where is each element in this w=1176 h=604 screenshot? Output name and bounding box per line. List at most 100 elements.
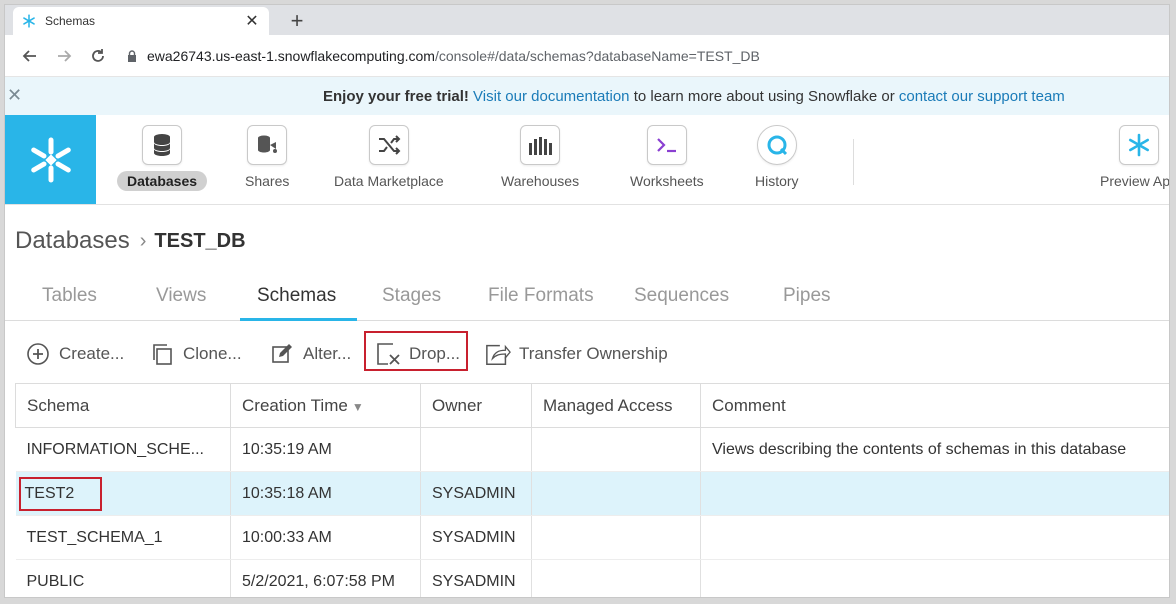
cell-schema: PUBLIC	[15, 559, 231, 597]
nav-databases[interactable]: Databases	[117, 125, 208, 191]
cell-managed-access	[531, 427, 701, 472]
cell-creation-time: 10:35:19 AM	[230, 427, 421, 472]
nav-history[interactable]: History	[745, 125, 809, 191]
col-header-comment[interactable]: Comment	[700, 383, 1169, 428]
address-bar: ewa26743.us-east-1.snowflakecomputing.co…	[5, 35, 1169, 77]
banner-close-icon[interactable]: ✕	[7, 85, 22, 106]
object-tabs: Tables Views Schemas Stages File Formats…	[5, 277, 1169, 321]
cell-comment	[700, 559, 1169, 597]
tab-close-icon[interactable]: ✕	[243, 11, 261, 31]
cell-owner: SYSADMIN	[420, 515, 532, 560]
plus-circle-icon	[25, 341, 51, 367]
nav-warehouses[interactable]: Warehouses	[491, 125, 589, 191]
tab-stages[interactable]: Stages	[382, 285, 441, 307]
nav-preview-app-label: Preview App	[1100, 173, 1170, 189]
tab-sequences[interactable]: Sequences	[634, 285, 729, 307]
col-header-schema[interactable]: Schema	[15, 383, 231, 428]
breadcrumb-current: TEST_DB	[154, 229, 246, 252]
banner-text: Enjoy your free trial! Visit our documen…	[323, 88, 1065, 105]
col-header-creation-time[interactable]: Creation Time ▼	[230, 383, 421, 428]
nav-data-marketplace-label: Data Marketplace	[334, 173, 444, 189]
url-path: /console#/data/schemas?databaseName=TEST…	[434, 47, 760, 64]
url-text: ewa26743.us-east-1.snowflakecomputing.co…	[147, 48, 760, 64]
back-button[interactable]	[13, 41, 47, 71]
table-header-row: Schema Creation Time ▼ Owner Managed Acce…	[15, 383, 1169, 428]
table-row[interactable]: INFORMATION_SCHE... 10:35:19 AM Views de…	[15, 427, 1169, 472]
history-icon	[756, 125, 797, 165]
url-host: ewa26743.us-east-1.snowflakecomputing.co…	[147, 47, 435, 64]
transfer-ownership-label: Transfer Ownership	[519, 344, 668, 363]
col-header-managed-access[interactable]: Managed Access	[531, 383, 701, 428]
forward-button[interactable]	[47, 41, 81, 71]
drop-button[interactable]: Drop...	[375, 339, 460, 369]
create-button[interactable]: Create...	[25, 339, 124, 369]
col-header-owner[interactable]: Owner	[420, 383, 532, 428]
snowflake-icon	[1118, 125, 1159, 165]
create-label: Create...	[59, 344, 125, 363]
transfer-ownership-button[interactable]: Transfer Ownership	[485, 339, 668, 369]
breadcrumb-databases[interactable]: Databases	[15, 227, 130, 255]
active-tab-underline	[240, 318, 357, 321]
col-header-creation-time-label: Creation Time	[242, 395, 348, 415]
nav-worksheets[interactable]: Worksheets	[620, 125, 714, 191]
clone-button[interactable]: Clone...	[149, 339, 242, 369]
reload-button[interactable]	[81, 41, 115, 71]
nav-databases-label: Databases	[117, 171, 208, 191]
browser-tab[interactable]: Schemas ✕	[13, 7, 269, 35]
nav-data-marketplace[interactable]: Data Marketplace	[324, 125, 454, 191]
cell-owner	[420, 427, 532, 472]
terminal-icon	[646, 125, 687, 165]
browser-tabstrip: Schemas ✕ +	[5, 5, 1169, 35]
tab-schemas[interactable]: Schemas	[257, 285, 336, 307]
cell-creation-time: 10:35:18 AM	[230, 471, 421, 516]
snowflake-logo-icon[interactable]	[5, 115, 96, 204]
clone-icon	[149, 341, 175, 367]
forward-arrow-icon	[58, 49, 72, 62]
nav-history-label: History	[755, 173, 799, 189]
clone-label: Clone...	[183, 344, 242, 363]
snowflake-favicon-icon	[21, 13, 37, 29]
drop-icon	[375, 341, 401, 367]
url-field[interactable]: ewa26743.us-east-1.snowflakecomputing.co…	[121, 41, 1161, 71]
tab-file-formats[interactable]: File Formats	[488, 285, 594, 307]
schema-toolbar: Create... Clone... Alter... Drop... Tran…	[5, 331, 1169, 375]
cell-owner: SYSADMIN	[420, 471, 532, 516]
edit-icon	[269, 341, 295, 367]
schema-highlight-box: TEST2	[18, 476, 103, 511]
cell-schema: TEST2	[15, 471, 231, 516]
shuffle-icon	[368, 125, 409, 165]
cell-comment: Views describing the contents of schemas…	[700, 427, 1169, 472]
cell-creation-time: 10:00:33 AM	[230, 515, 421, 560]
cell-owner: SYSADMIN	[420, 559, 532, 597]
documentation-link[interactable]: Visit our documentation	[473, 88, 629, 105]
new-tab-button[interactable]: +	[285, 8, 309, 34]
table-row[interactable]: TEST_SCHEMA_1 10:00:33 AM SYSADMIN	[15, 515, 1169, 560]
cell-comment	[700, 471, 1169, 516]
free-trial-banner: ✕ Enjoy your free trial! Visit our docum…	[5, 77, 1169, 115]
support-link[interactable]: contact our support team	[899, 88, 1065, 105]
app-header: Databases Shares Data Marketplace Wareho…	[5, 115, 1169, 205]
tab-tables[interactable]: Tables	[42, 285, 97, 307]
alter-button[interactable]: Alter...	[269, 339, 351, 369]
reload-icon	[92, 48, 104, 62]
tab-views[interactable]: Views	[156, 285, 206, 307]
nav-shares[interactable]: Shares	[235, 125, 299, 191]
nav-shares-label: Shares	[245, 173, 290, 189]
table-row-selected[interactable]: TEST2 10:35:18 AM SYSADMIN	[15, 471, 1169, 516]
nav-preview-app[interactable]: Preview App	[1090, 125, 1170, 191]
breadcrumb: Databases › TEST_DB	[15, 227, 246, 255]
table-row[interactable]: PUBLIC 5/2/2021, 6:07:58 PM SYSADMIN	[15, 559, 1169, 597]
col-header-managed-access-label: Managed Access	[543, 395, 673, 415]
cell-managed-access	[531, 559, 701, 597]
browser-tab-title: Schemas	[45, 14, 96, 28]
warehouse-icon	[520, 125, 561, 165]
cell-creation-time: 5/2/2021, 6:07:58 PM	[230, 559, 421, 597]
tab-pipes[interactable]: Pipes	[783, 285, 831, 307]
col-header-schema-label: Schema	[27, 395, 90, 415]
schemas-table-wrapper: Schema Creation Time ▼ Owner Managed Acce…	[15, 383, 1169, 597]
nav-warehouses-label: Warehouses	[501, 173, 580, 189]
nav-divider	[853, 139, 854, 185]
cell-schema: INFORMATION_SCHE...	[15, 427, 231, 472]
col-header-owner-label: Owner	[432, 395, 483, 415]
sort-down-icon: ▼	[351, 399, 364, 414]
